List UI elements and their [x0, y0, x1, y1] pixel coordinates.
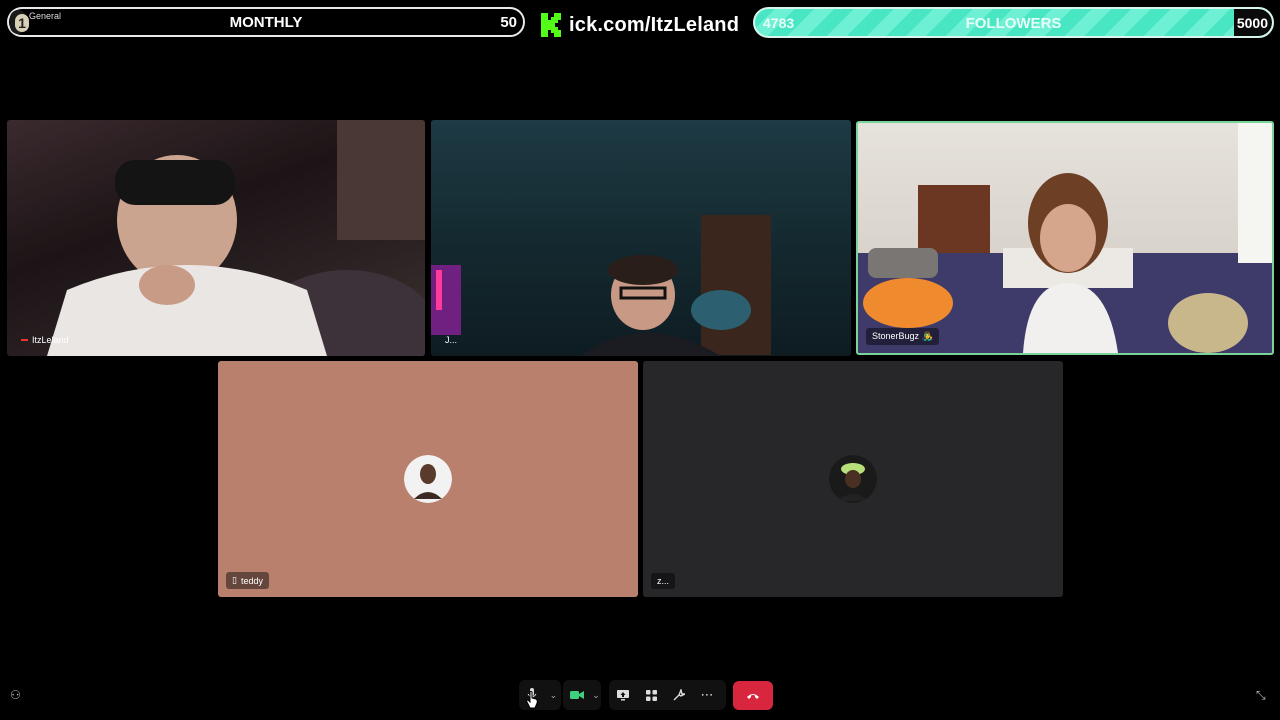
teddy-avatar [404, 455, 452, 503]
participant-label: ▯ teddy [226, 572, 269, 589]
goal-title: MONTHLY [229, 14, 303, 31]
followers-label: FOLLOWERS [965, 15, 1062, 32]
webcam-feed [858, 123, 1272, 353]
camera-icon [570, 691, 584, 699]
video-tile-teddy[interactable]: ▯ teddy [218, 361, 638, 597]
webcam-feed [431, 215, 771, 356]
minimize-icon[interactable]: ⤡ [1256, 688, 1266, 703]
participant-label: J... [439, 332, 463, 348]
end-call-button[interactable] [733, 681, 773, 710]
apps-button[interactable] [637, 681, 665, 709]
effects-button[interactable] [665, 681, 693, 709]
screen-share-icon [617, 689, 629, 700]
participant-name: z... [657, 576, 670, 586]
goal-target: 50 [500, 14, 517, 31]
participant-name: StonerBugz 👨‍🎤 [872, 331, 933, 341]
participant-label: z... [651, 573, 676, 589]
actions-control-group: ⋯ [609, 680, 726, 710]
followers-target: 5000 [1236, 15, 1268, 31]
participant-label: StonerBugz 👨‍🎤 [866, 328, 939, 345]
video-tile-itzleland[interactable]: ItzLeland [7, 120, 425, 356]
screen-share-button[interactable] [609, 681, 637, 709]
people-icon[interactable]: ⚇ [10, 688, 21, 702]
camera-options-chevron-icon[interactable]: ⌄ [591, 681, 601, 709]
more-button[interactable]: ⋯ [693, 681, 721, 709]
video-tile-j[interactable]: J... [431, 120, 851, 356]
participant-name: J... [445, 335, 458, 345]
z-avatar [829, 455, 877, 503]
camera-button[interactable] [563, 681, 591, 709]
monthly-goal-bar: 1 General MONTHLY 50 [7, 7, 525, 37]
mouse-cursor-icon [526, 691, 538, 709]
webcam-feed [47, 120, 425, 356]
mic-options-chevron-icon[interactable]: ⌄ [546, 681, 561, 709]
phone-icon: ▯ [232, 575, 237, 585]
more-icon: ⋯ [700, 687, 714, 702]
video-tile-stonerbugz[interactable]: StonerBugz 👨‍🎤 [856, 121, 1274, 355]
kick-channel-url: ick.com/ItzLeland [541, 11, 739, 39]
followers-goal-bar: 4783 FOLLOWERS 5000 [753, 7, 1274, 38]
participant-name: ItzLeland [32, 335, 69, 345]
video-tile-z[interactable]: z... [643, 361, 1063, 597]
participant-name: teddy [240, 575, 263, 586]
apps-icon [645, 689, 657, 701]
kick-url-text: ick.com/ItzLeland [569, 13, 740, 36]
camera-control-group: ⌄ [563, 680, 601, 710]
end-call-icon [747, 694, 759, 699]
kick-logo-icon [541, 13, 561, 37]
effects-icon [673, 689, 685, 701]
mic-muted-icon [21, 339, 28, 341]
participant-label: ItzLeland [15, 332, 75, 348]
